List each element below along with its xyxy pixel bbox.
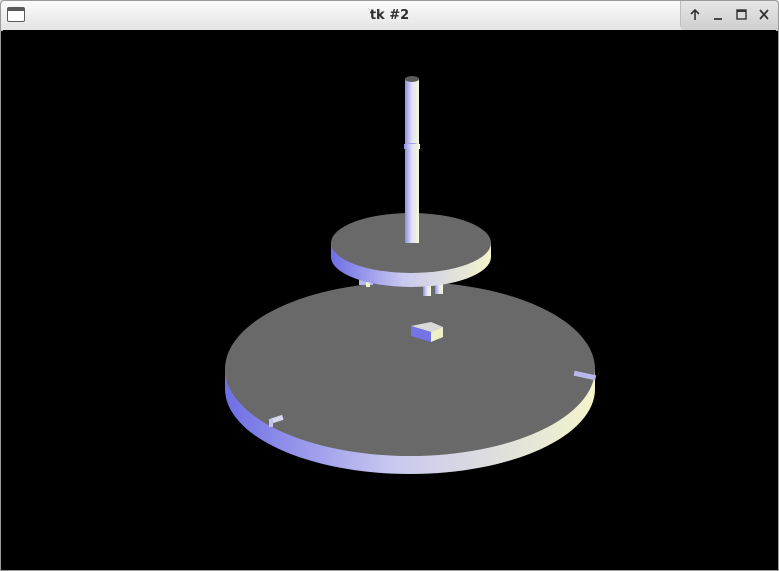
title-bar[interactable]: tk #2 bbox=[1, 1, 778, 31]
shade-up-icon[interactable] bbox=[685, 6, 705, 24]
window-title: tk #2 bbox=[369, 8, 410, 23]
large-disk bbox=[225, 282, 595, 474]
close-icon[interactable] bbox=[754, 6, 774, 24]
opengl-canvas[interactable] bbox=[3, 30, 776, 568]
application-window: tk #2 bbox=[0, 0, 779, 571]
3d-scene bbox=[225, 76, 597, 474]
minimize-icon[interactable] bbox=[708, 6, 728, 24]
window-controls bbox=[680, 1, 778, 30]
vertical-rod bbox=[404, 76, 420, 243]
maximize-icon[interactable] bbox=[731, 6, 751, 24]
